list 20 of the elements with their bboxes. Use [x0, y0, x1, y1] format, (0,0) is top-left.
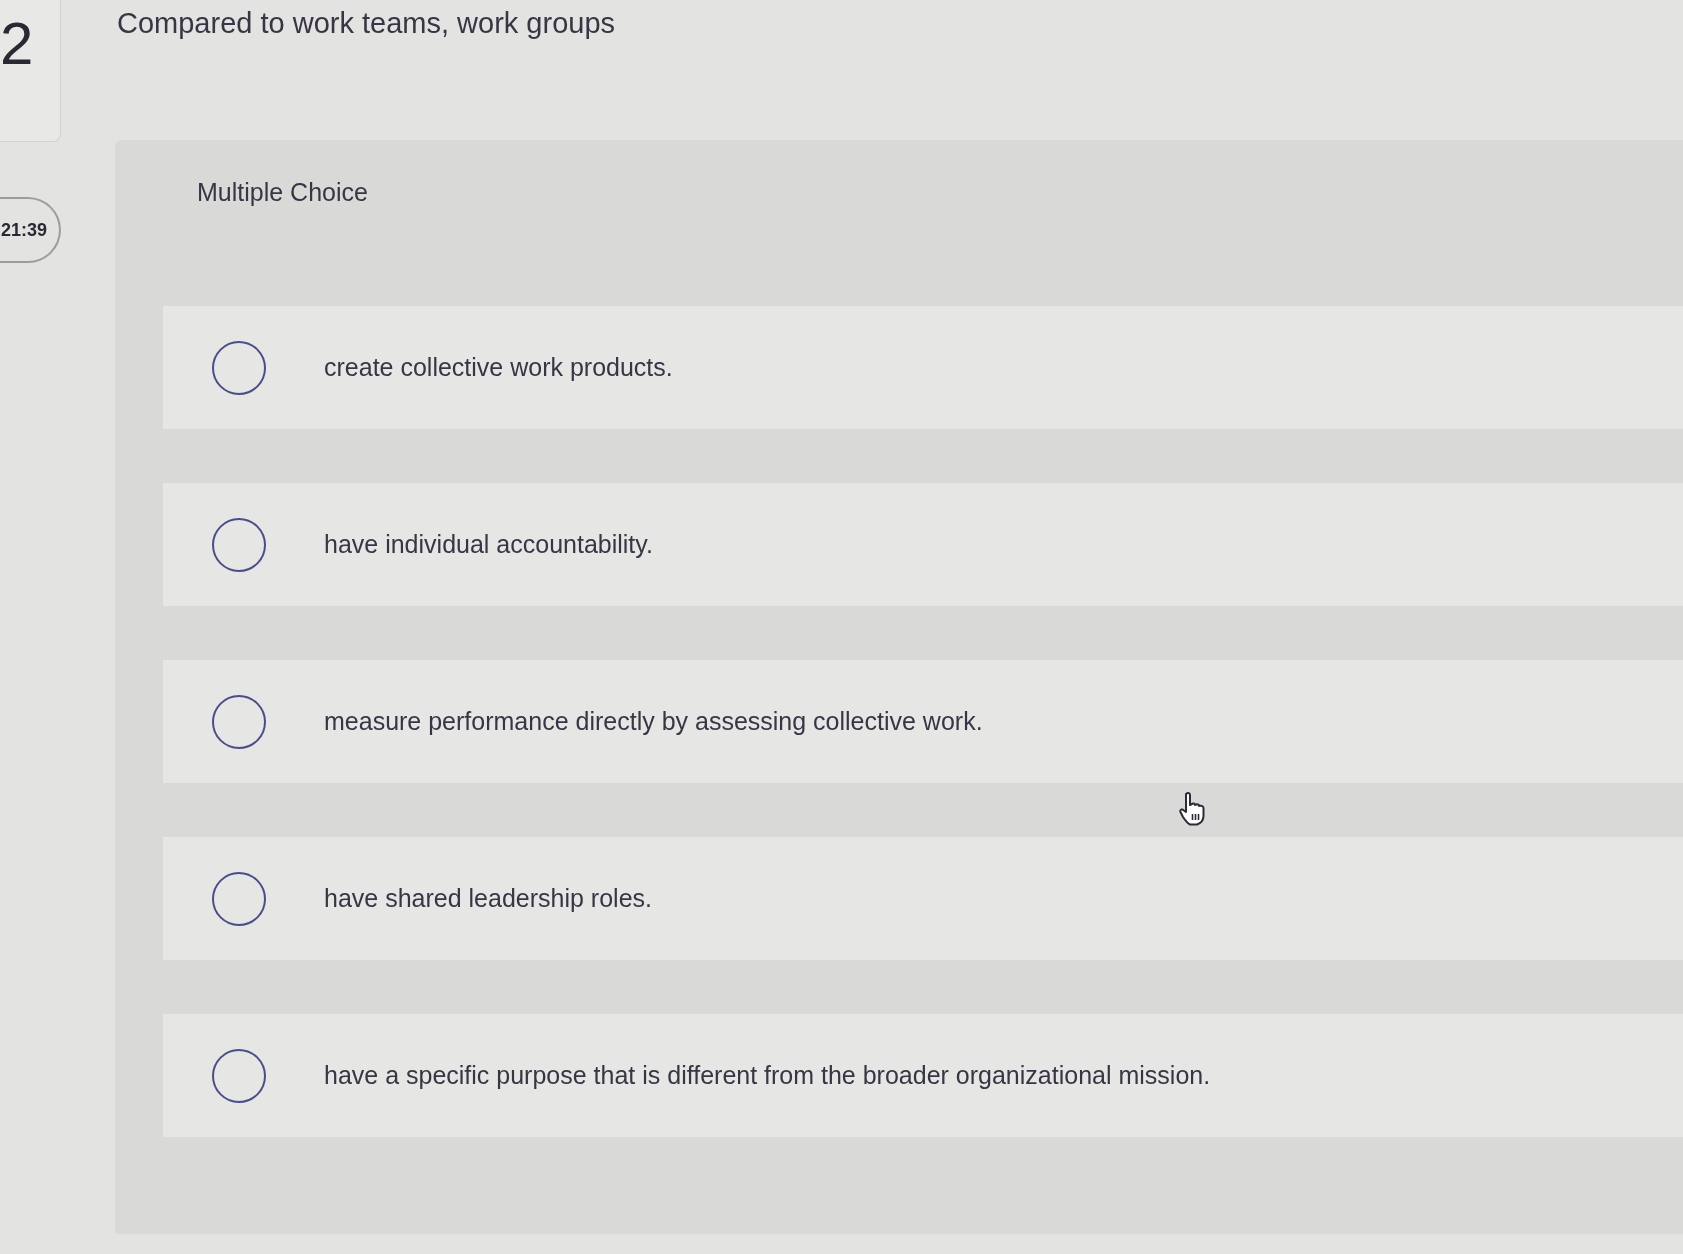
answer-option[interactable]: measure performance directly by assessing collective work. — [163, 660, 1683, 783]
pointer-hand-icon — [1178, 792, 1206, 826]
radio-button[interactable] — [212, 694, 266, 749]
radio-button[interactable] — [212, 1048, 266, 1103]
radio-button[interactable] — [212, 517, 266, 572]
answer-option[interactable]: have individual accountability. — [163, 483, 1683, 606]
answer-text: measure performance directly by assessing collective work. — [324, 705, 983, 737]
radio-button[interactable] — [212, 340, 266, 395]
radio-button[interactable] — [212, 871, 266, 926]
answer-text: have a specific purpose that is different from the broader organizational mission. — [324, 1059, 1211, 1091]
question-type-label: Multiple Choice — [197, 178, 368, 206]
answer-option[interactable]: create collective work products. — [163, 306, 1683, 429]
answer-option[interactable]: have shared leadership roles. — [163, 837, 1683, 960]
question-text: Compared to work teams, work groups — [117, 7, 616, 39]
timer-text: 21:39 — [1, 218, 48, 242]
answer-text: have shared leadership roles. — [324, 882, 652, 914]
answer-text: have individual accountability. — [324, 528, 653, 560]
question-number: 2 — [0, 14, 34, 74]
answer-option[interactable]: have a specific purpose that is different from the broader organizational mission. — [163, 1014, 1683, 1137]
answer-text: create collective work products. — [324, 351, 673, 383]
